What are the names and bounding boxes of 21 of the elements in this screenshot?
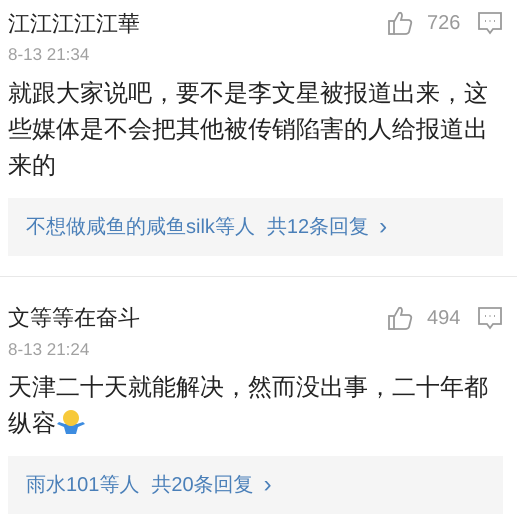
comment-text: 天津二十天就能解决，然而没出事，二十年都纵容 xyxy=(8,373,489,439)
chevron-icon: › xyxy=(379,208,388,244)
chevron-icon: › xyxy=(264,467,272,503)
like-count: 494 xyxy=(427,306,462,330)
author-name[interactable]: 江江江江江華 xyxy=(8,6,387,40)
shrug-emoji-icon xyxy=(56,409,86,435)
comment-time: 8-13 21:24 xyxy=(8,338,90,360)
comment-icon[interactable] xyxy=(477,306,503,330)
author-name[interactable]: 文等等在奋斗 xyxy=(8,301,387,334)
thumbs-up-icon[interactable] xyxy=(387,10,413,36)
replies-bar[interactable]: 不想做咸鱼的咸鱼silk等人 共12条回复 › xyxy=(8,198,503,256)
reply-users: 不想做咸鱼的咸鱼silk等人 xyxy=(26,214,255,240)
comment-time: 8-13 21:34 xyxy=(8,44,90,66)
reply-count: 共12条回复 xyxy=(266,214,370,240)
reply-count: 共20条回复 xyxy=(151,473,254,498)
like-count: 726 xyxy=(427,11,462,36)
comment-icon[interactable] xyxy=(477,11,503,35)
thumbs-up-icon[interactable] xyxy=(387,304,413,330)
reply-users: 雨水101等人 xyxy=(26,473,140,498)
replies-bar[interactable]: 雨水101等人 共20条回复 › xyxy=(8,456,503,514)
comment-text: 就跟大家说吧，要不是李文星被报道出来，这些媒体是不会把其他被传销陷害的人给报道出来的 xyxy=(8,78,489,180)
